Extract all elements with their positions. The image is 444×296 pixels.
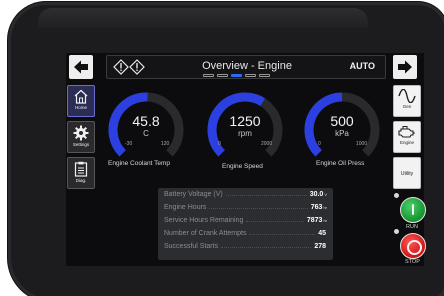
info-value: 763: [310, 204, 323, 211]
info-value: 45: [318, 230, 326, 237]
info-row: Number of Crank Attempts 45: [164, 229, 327, 242]
page-dot: [245, 74, 256, 77]
hmi-screen: Overview - Engine AUTO Home Settings Dia…: [66, 53, 426, 266]
gauge-label: Engine Oil Press: [316, 160, 365, 167]
gauge-min: 0: [218, 141, 221, 147]
gauge-min: -30: [125, 141, 133, 147]
nav-label: Home: [74, 105, 87, 110]
forward-button[interactable]: [393, 55, 417, 79]
engine-icon: [398, 126, 415, 138]
gauge-label: Engine Coolant Temp: [108, 160, 171, 167]
run-button[interactable]: [400, 197, 426, 223]
clipboard-icon: [74, 161, 88, 177]
info-value: 30.0: [309, 191, 324, 198]
info-value: 7873: [306, 217, 323, 224]
nav-button-utility[interactable]: Utility: [393, 157, 421, 189]
info-label: Battery Voltage (V): [164, 191, 223, 198]
gauge-max: 120: [161, 141, 170, 147]
gauge-oil-pressure: 500 kPa 0 1000: [302, 89, 382, 171]
info-label: Successful Starts: [164, 243, 219, 250]
nav-button-home[interactable]: Home: [67, 85, 95, 117]
gauge-value: 500: [330, 113, 354, 129]
mode-indicator: AUTO: [349, 61, 375, 71]
bezel-highlight: [38, 8, 368, 28]
stop-button[interactable]: [400, 233, 426, 259]
gauge-max: 1000: [356, 141, 368, 147]
info-label: Service Hours Remaining: [164, 217, 244, 224]
gauge-value: 1250: [229, 113, 261, 129]
page-dot: [203, 74, 214, 77]
page-dot: [217, 74, 228, 77]
gauge-unit: rpm: [238, 129, 252, 138]
nav-button-diagnostics[interactable]: Diag.: [67, 157, 95, 189]
gauge-engine-speed: 1250 rpm 0 2000: [205, 89, 285, 171]
info-row: Service Hours Remaining 7873 hr: [164, 216, 327, 229]
arrow-left-icon: [74, 60, 88, 74]
gauge-label: Engine Speed: [222, 163, 263, 170]
info-unit: hr: [323, 218, 327, 223]
nav-label: Settings: [72, 142, 90, 147]
info-row: Successful Starts 278: [164, 242, 327, 255]
run-label: RUN: [406, 224, 418, 230]
info-row: Engine Hours 763 hr: [164, 203, 327, 216]
gauge-coolant-temp: 45.8 C -30 120: [106, 89, 186, 171]
nav-label: Gen: [402, 104, 412, 109]
stop-label: STOP: [405, 259, 420, 265]
gear-icon: [73, 125, 89, 141]
info-unit: hr: [323, 205, 327, 210]
sine-wave-icon: [398, 89, 416, 103]
title-bar: Overview - Engine AUTO: [106, 55, 386, 79]
gauge-unit: kPa: [335, 129, 349, 138]
gauge-max: 2000: [261, 141, 273, 147]
home-icon: [74, 89, 88, 104]
nav-label: Diag.: [75, 178, 87, 183]
stop-status-led: [394, 229, 399, 234]
gauge-unit: C: [143, 129, 149, 138]
info-label: Number of Crank Attempts: [164, 230, 247, 237]
info-row: Battery Voltage (V) 30.0 V: [164, 190, 327, 203]
page-dot: [259, 74, 270, 77]
nav-button-gen[interactable]: Gen: [393, 85, 421, 117]
info-value: 278: [314, 243, 326, 250]
engine-info-panel: Battery Voltage (V) 30.0 V Engine Hours 7…: [158, 188, 333, 260]
nav-label: Utility: [400, 170, 414, 177]
info-unit: V: [324, 192, 327, 197]
gauge-min: 0: [318, 141, 321, 147]
header-bar: Overview - Engine AUTO: [66, 53, 424, 83]
nav-button-engine[interactable]: Engine: [393, 121, 421, 153]
page-dot: [231, 74, 242, 77]
nav-label: Engine: [399, 140, 414, 145]
page-title: Overview - Engine: [202, 60, 292, 72]
arrow-right-icon: [398, 60, 412, 74]
page-indicator: [203, 74, 270, 77]
nav-button-settings[interactable]: Settings: [67, 121, 95, 153]
gauge-value: 45.8: [132, 113, 160, 129]
run-status-led: [394, 193, 399, 198]
info-label: Engine Hours: [164, 204, 207, 211]
back-button[interactable]: [69, 55, 93, 79]
